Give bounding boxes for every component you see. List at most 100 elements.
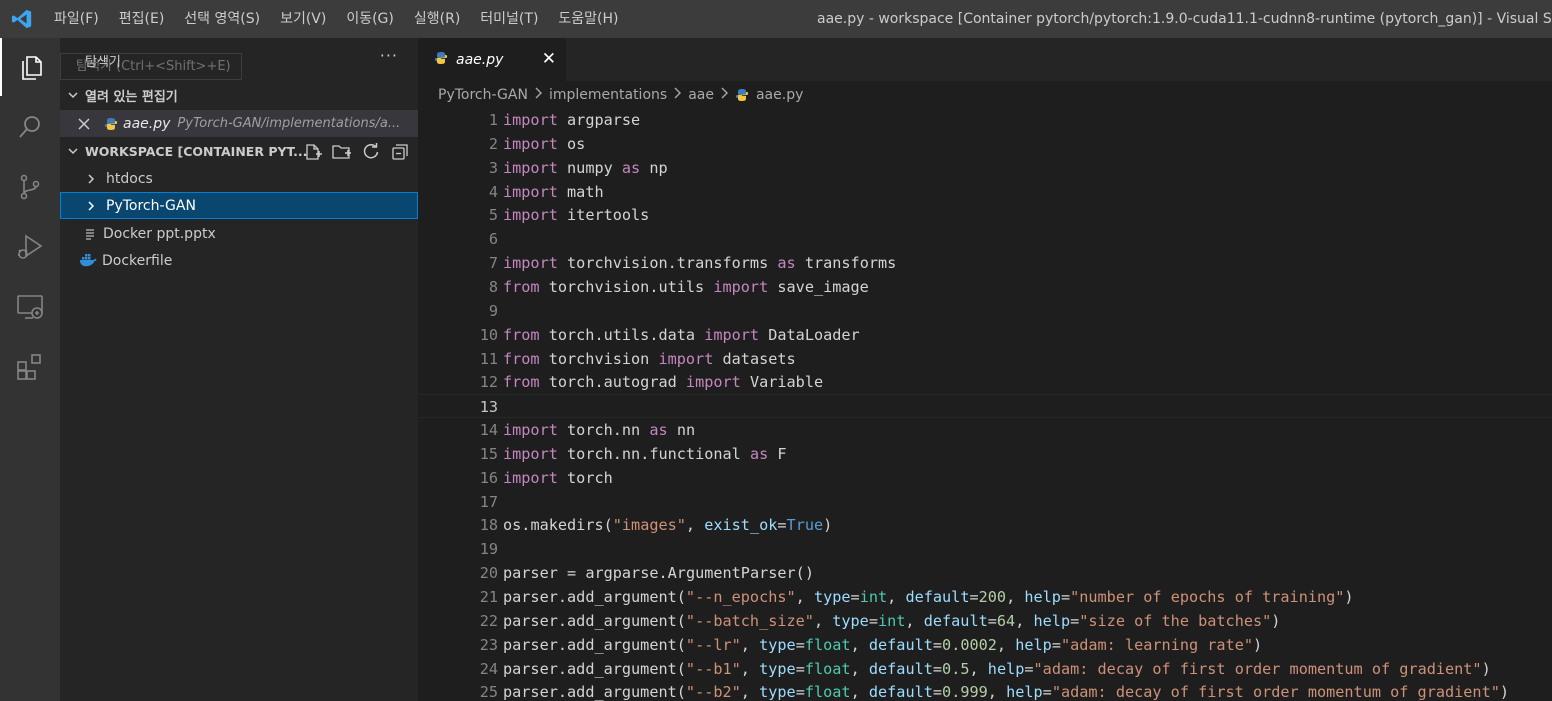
line-number: 4 xyxy=(488,182,498,201)
code-text: parser.add_argument("--b2", type=float, … xyxy=(503,683,1510,701)
source-control-icon[interactable] xyxy=(0,158,60,216)
breadcrumb-item[interactable]: implementations xyxy=(549,87,667,103)
code-line[interactable]: 3 import numpy as np xyxy=(418,156,1552,180)
more-actions-button[interactable]: ··· xyxy=(380,46,398,65)
search-icon[interactable] xyxy=(0,98,60,156)
breadcrumb-item[interactable]: PyTorch-GAN xyxy=(438,87,528,103)
code-line[interactable]: 7 import torchvision.transforms as transf… xyxy=(418,251,1552,275)
code-line[interactable]: 11 from torchvision import datasets xyxy=(418,347,1552,371)
docker-icon xyxy=(79,254,97,267)
python-file-icon xyxy=(434,50,448,69)
refresh-icon[interactable] xyxy=(361,142,381,162)
breadcrumb-item[interactable]: aae xyxy=(688,87,714,103)
code-line[interactable]: 12 from torch.autograd import Variable xyxy=(418,370,1552,394)
code-line[interactable]: 17 xyxy=(418,490,1552,514)
title-bar: 파일(F) 편집(E) 선택 영역(S) 보기(V) 이동(G) 실행(R) 터… xyxy=(0,0,1552,38)
code-text: import math xyxy=(503,182,604,201)
line-number: 14 xyxy=(479,421,498,440)
menu-selection[interactable]: 선택 영역(S) xyxy=(174,0,270,38)
chevron-right-icon xyxy=(534,87,543,103)
workspace-header[interactable]: WORKSPACE [CONTAINER PYT... xyxy=(60,137,418,165)
tree-item-dockerfile[interactable]: Dockerfile xyxy=(60,247,418,274)
code-line[interactable]: 8 from torchvision.utils import save_imag… xyxy=(418,275,1552,299)
extensions-icon[interactable] xyxy=(0,338,60,396)
code-text: parser.add_argument("--batch_size", type… xyxy=(503,611,1281,630)
tree-item-label: Docker ppt.pptx xyxy=(103,225,216,242)
window-title: aae.py - workspace [Container pytorch/py… xyxy=(817,11,1552,27)
menu-file[interactable]: 파일(F) xyxy=(44,0,109,38)
tree-item-label: htdocs xyxy=(106,170,153,187)
new-file-icon[interactable] xyxy=(303,142,323,162)
code-line[interactable]: 5 import itertools xyxy=(418,203,1552,227)
code-line[interactable]: 6 xyxy=(418,227,1552,251)
code-editor[interactable]: 1 import argparse 2 import os 3 import numpy … xyxy=(418,108,1552,701)
editor-group: aae.py ✕ PyTorch-GAN implementations aae… xyxy=(418,38,1552,701)
line-number: 8 xyxy=(488,277,498,296)
open-editor-path: PyTorch-GAN/implementations/a... xyxy=(177,116,401,131)
tree-item-docker-ppt[interactable]: Docker ppt.pptx xyxy=(60,220,418,247)
open-editor-item[interactable]: aae.py PyTorch-GAN/implementations/a... xyxy=(60,110,418,137)
new-folder-icon[interactable] xyxy=(332,142,352,162)
code-text: import torch.nn.functional as F xyxy=(503,444,787,463)
line-number: 19 xyxy=(479,540,498,559)
tab-aae-py[interactable]: aae.py ✕ xyxy=(418,38,566,81)
tab-label: aae.py xyxy=(456,51,504,68)
line-number: 5 xyxy=(488,206,498,225)
line-number: 24 xyxy=(479,659,498,678)
line-number: 13 xyxy=(479,398,498,417)
code-line[interactable]: 25 parser.add_argument("--b2", type=float… xyxy=(418,680,1552,701)
code-text: parser.add_argument("--b1", type=float, … xyxy=(503,659,1491,678)
menu-terminal[interactable]: 터미널(T) xyxy=(470,0,548,38)
code-text: parser = argparse.ArgumentParser() xyxy=(503,564,814,583)
line-number: 2 xyxy=(488,134,498,153)
line-number: 3 xyxy=(488,158,498,177)
code-line[interactable]: 10 from torch.utils.data import DataLoade… xyxy=(418,323,1552,347)
remote-explorer-icon[interactable] xyxy=(0,278,60,336)
chevron-right-icon xyxy=(76,200,106,212)
code-line[interactable]: 18 os.makedirs("images", exist_ok=True) xyxy=(418,513,1552,537)
line-number: 21 xyxy=(479,588,498,606)
code-text: import numpy as np xyxy=(503,158,668,177)
collapse-all-icon[interactable] xyxy=(390,142,410,162)
code-line[interactable]: 21 parser.add_argument("--n_epochs", type… xyxy=(418,585,1552,609)
menu-run[interactable]: 실행(R) xyxy=(404,0,470,38)
code-line[interactable]: 4 import math xyxy=(418,180,1552,204)
explorer-icon[interactable] xyxy=(0,38,60,96)
code-line[interactable]: 13 xyxy=(418,394,1552,419)
code-line[interactable]: 23 parser.add_argument("--lr", type=float… xyxy=(418,633,1552,657)
code-line[interactable]: 19 xyxy=(418,537,1552,561)
line-number: 9 xyxy=(488,301,498,320)
tree-item-pytorch-gan[interactable]: PyTorch-GAN xyxy=(60,192,418,219)
activity-bar xyxy=(0,38,60,701)
open-editors-label: 열려 있는 편집기 xyxy=(85,89,178,105)
tab-close-icon[interactable]: ✕ xyxy=(542,49,556,69)
line-number: 16 xyxy=(479,468,498,487)
explorer-sidebar: 탐색기 (Ctrl+<Shift>+E) 탐색기 ··· 열려 있는 편집기 a… xyxy=(60,38,418,701)
code-line[interactable]: 16 import torch xyxy=(418,466,1552,490)
code-line[interactable]: 15 import torch.nn.functional as F xyxy=(418,442,1552,466)
line-number: 22 xyxy=(479,611,498,630)
code-line[interactable]: 20 parser = argparse.ArgumentParser() xyxy=(418,561,1552,585)
code-text: parser.add_argument("--lr", type=float, … xyxy=(503,635,1263,654)
line-number: 6 xyxy=(488,230,498,249)
menu-edit[interactable]: 편집(E) xyxy=(109,0,175,38)
workspace-label: WORKSPACE [CONTAINER PYT... xyxy=(85,143,308,159)
code-line[interactable]: 2 import os xyxy=(418,132,1552,156)
breadcrumb-item[interactable]: aae.py xyxy=(756,87,803,103)
open-editors-header[interactable]: 열려 있는 편집기 xyxy=(60,81,418,109)
menu-go[interactable]: 이동(G) xyxy=(336,0,404,38)
code-line[interactable]: 9 xyxy=(418,299,1552,323)
code-line[interactable]: 24 parser.add_argument("--b1", type=float… xyxy=(418,657,1552,681)
code-line[interactable]: 22 parser.add_argument("--batch_size", ty… xyxy=(418,609,1552,633)
code-line[interactable]: 1 import argparse xyxy=(418,108,1552,132)
run-debug-icon[interactable] xyxy=(0,218,60,276)
code-text: from torchvision.utils import save_image xyxy=(503,277,869,296)
menu-view[interactable]: 보기(V) xyxy=(270,0,336,38)
menu-help[interactable]: 도움말(H) xyxy=(548,0,628,38)
tree-item-htdocs[interactable]: htdocs xyxy=(60,165,418,192)
line-number: 18 xyxy=(479,516,498,535)
breadcrumb: PyTorch-GAN implementations aae aae.py xyxy=(438,83,803,107)
text-file-icon xyxy=(82,228,98,240)
code-line[interactable]: 14 import torch.nn as nn xyxy=(418,418,1552,442)
close-icon[interactable] xyxy=(68,117,100,130)
